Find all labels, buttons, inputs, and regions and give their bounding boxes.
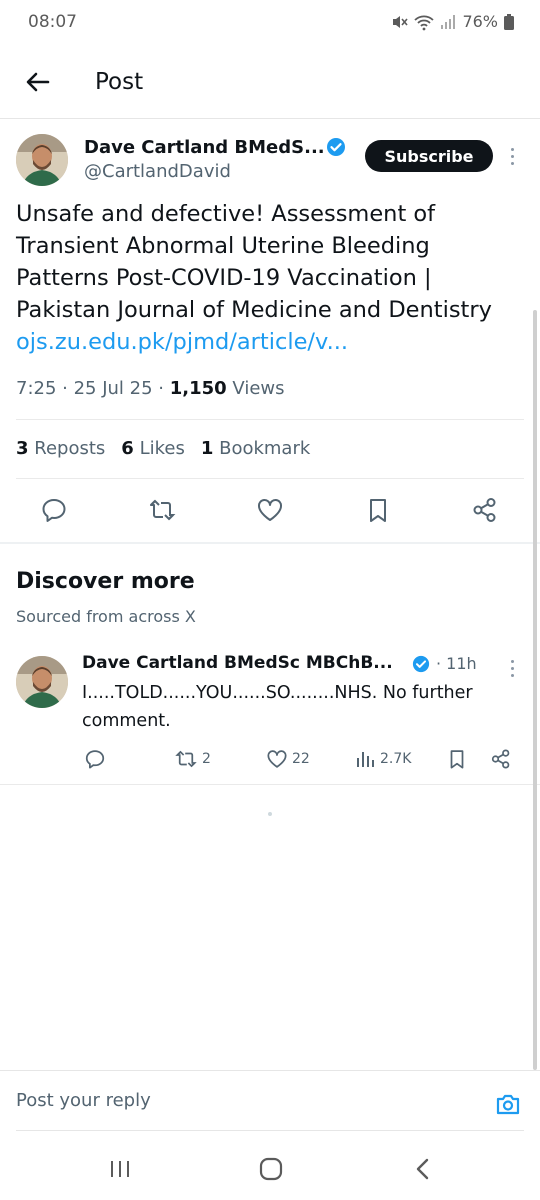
bookmark-icon	[446, 748, 468, 770]
battery-icon	[504, 13, 514, 30]
related-views-button[interactable]: 2.7K	[354, 748, 411, 770]
bookmarks-count: 1	[200, 438, 214, 459]
repost-icon[interactable]	[148, 496, 176, 524]
post-text: Unsafe and defective! Assessment of Tran…	[16, 198, 526, 358]
more-icon[interactable]	[511, 660, 517, 677]
status-time: 08:07	[28, 12, 77, 32]
back-button[interactable]	[22, 66, 54, 98]
status-icons: 76%	[390, 12, 514, 31]
related-views-count: 2.7K	[380, 751, 412, 767]
divider	[16, 419, 524, 420]
views-count: 1,150	[169, 378, 227, 399]
avatar[interactable]	[16, 656, 68, 708]
divider	[0, 784, 540, 785]
verified-badge-icon	[326, 137, 346, 157]
camera-icon[interactable]	[494, 1090, 522, 1118]
share-icon	[490, 748, 512, 770]
reply-divider	[0, 1070, 540, 1071]
nav-back-icon[interactable]	[408, 1154, 438, 1184]
reposts-count: 3	[16, 438, 29, 459]
related-author-name[interactable]: Dave Cartland BMedSc MBChB...	[82, 653, 393, 673]
like-icon[interactable]	[256, 496, 284, 524]
discover-subtitle: Sourced from across X	[16, 607, 196, 626]
like-icon	[266, 748, 288, 770]
reply-underline	[16, 1130, 524, 1131]
post-stats: 3 Reposts 6 Likes 1 Bookmark	[16, 438, 310, 459]
post-body: Unsafe and defective! Assessment of Tran…	[16, 201, 492, 323]
views-label: Views	[232, 378, 285, 399]
scrollbar[interactable]	[533, 310, 537, 1070]
related-bookmark-button[interactable]	[446, 748, 468, 770]
related-post-text[interactable]: I.....TOLD......YOU......SO........NHS. …	[82, 679, 502, 735]
related-like-count: 22	[292, 751, 310, 767]
repost-icon	[174, 748, 198, 770]
home-icon[interactable]	[256, 1154, 286, 1184]
bookmarks-stat[interactable]: 1 Bookmark	[201, 438, 310, 459]
recent-apps-icon[interactable]	[105, 1154, 135, 1184]
reposts-label: Reposts	[34, 438, 106, 459]
bookmarks-label: Bookmark	[219, 438, 311, 459]
header-divider	[0, 118, 540, 119]
bookmark-icon[interactable]	[364, 496, 392, 524]
post-time: 7:25	[16, 378, 57, 399]
reply-icon	[84, 748, 106, 770]
verified-badge-icon	[412, 655, 430, 673]
mute-icon	[390, 13, 409, 31]
related-repost-count: 2	[202, 751, 211, 767]
related-repost-button[interactable]: 2	[174, 748, 211, 770]
divider	[16, 478, 524, 479]
post-meta: 7:25 · 25 Jul 25 · 1,150 Views	[16, 378, 285, 399]
more-icon[interactable]	[511, 148, 517, 165]
post-date: 25 Jul 25	[73, 378, 153, 399]
avatar[interactable]	[16, 134, 68, 186]
loading-dot	[268, 812, 272, 816]
share-icon[interactable]	[471, 496, 499, 524]
likes-label: Likes	[139, 438, 185, 459]
related-post-time: · 11h	[436, 654, 477, 673]
reposts-stat[interactable]: 3 Reposts	[16, 438, 105, 459]
related-reply-button[interactable]	[84, 748, 106, 770]
section-divider	[0, 542, 540, 544]
back-arrow-icon	[22, 66, 54, 98]
related-time-value: 11h	[446, 654, 477, 673]
author-handle[interactable]: @CartlandDavid	[84, 161, 231, 182]
related-like-button[interactable]: 22	[266, 748, 310, 770]
reply-input[interactable]	[16, 1090, 456, 1111]
reply-icon[interactable]	[40, 496, 68, 524]
post-link[interactable]: ojs.zu.edu.pk/pjmd/article/v...	[16, 329, 348, 355]
discover-title: Discover more	[16, 569, 195, 594]
subscribe-button[interactable]: Subscribe	[365, 140, 493, 172]
author-name[interactable]: Dave Cartland BMedS...	[84, 137, 325, 158]
battery-percent: 76%	[462, 12, 498, 31]
likes-stat[interactable]: 6 Likes	[121, 438, 185, 459]
page-title: Post	[95, 69, 144, 95]
views-icon	[354, 748, 376, 770]
likes-count: 6	[121, 438, 134, 459]
wifi-icon	[414, 13, 435, 31]
related-share-button[interactable]	[490, 748, 512, 770]
signal-icon	[440, 14, 456, 30]
